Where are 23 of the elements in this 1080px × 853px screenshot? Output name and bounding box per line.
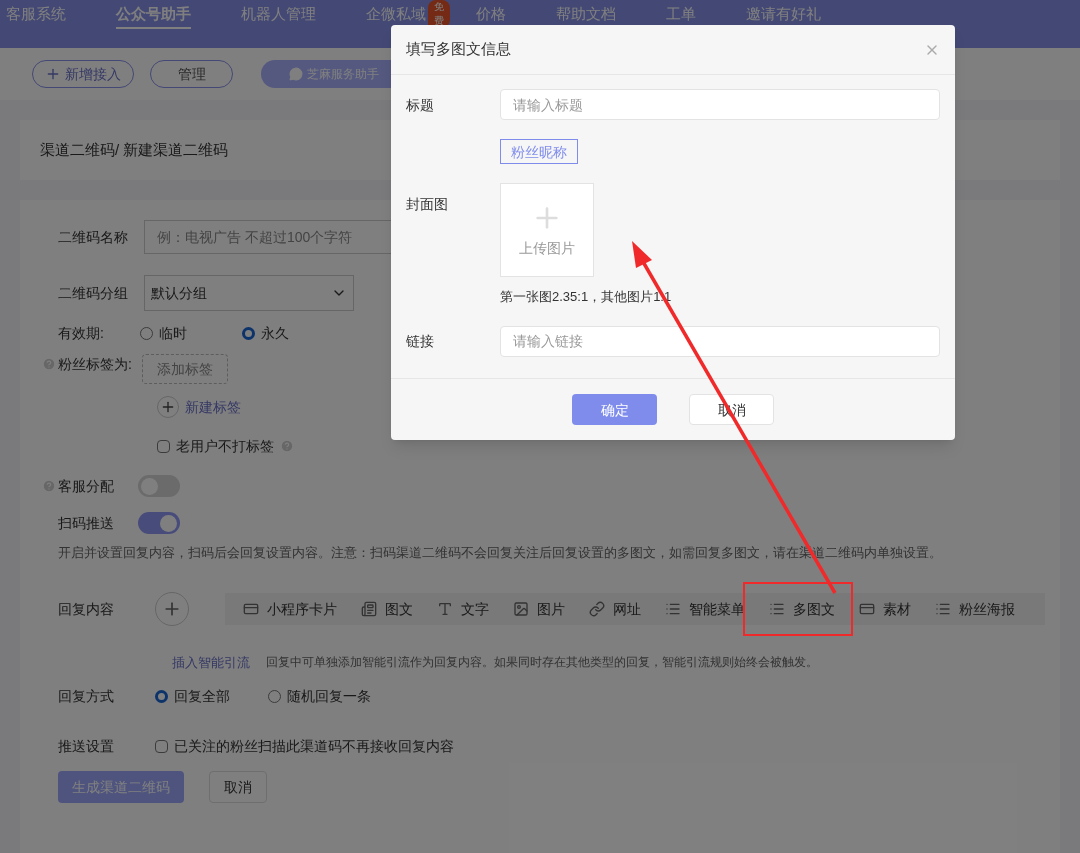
field-label: 标题 — [406, 95, 435, 115]
smart-flow-description: 回复中可单独添加智能引流作为回复内容。如果同时存在其他类型的回复，智能引流规则始终会被触发。 — [266, 654, 818, 671]
breadcrumb: 渠道二维码/ 新建渠道二维码 — [40, 139, 229, 160]
upload-label: 上传图片 — [519, 239, 575, 258]
field-label: 封面图 — [406, 195, 449, 214]
field-label: 有效期: — [58, 324, 104, 343]
field-label: 二维码分组 — [58, 284, 128, 303]
radio-label: 随机回复一条 — [287, 687, 371, 706]
radio-label: 永久 — [261, 324, 289, 343]
checkbox-label: 已关注的粉丝扫描此渠道码不再接收回复内容 — [174, 737, 454, 756]
field-label: 粉丝标签为: — [58, 355, 132, 374]
field-label: 回复方式 — [58, 687, 114, 706]
field-label: 客服分配 — [58, 477, 114, 496]
field-label: 回复内容 — [58, 599, 114, 619]
dialog-title: 填写多图文信息 — [406, 39, 511, 60]
field-label: 链接 — [406, 332, 435, 351]
badge: 免费 — [428, 0, 450, 28]
radio-label: 回复全部 — [174, 687, 230, 706]
checkbox-label: 老用户不打标签 — [176, 437, 274, 456]
field-label: 二维码名称 — [58, 228, 128, 247]
field-label: 扫码推送 — [58, 514, 114, 533]
radio-label: 临时 — [159, 324, 187, 343]
field-label: 推送设置 — [58, 737, 114, 756]
